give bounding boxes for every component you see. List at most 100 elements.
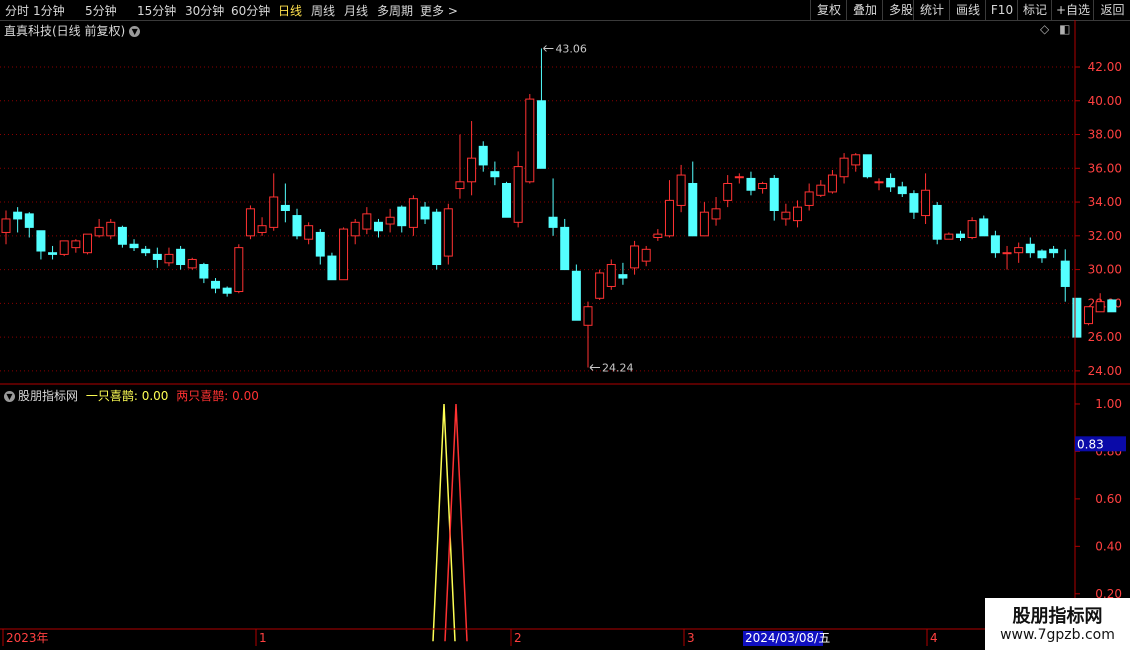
candle-body <box>327 255 337 281</box>
candle-body <box>851 154 861 166</box>
candle-body <box>443 208 453 257</box>
candle-body <box>630 245 640 269</box>
candle-body <box>1 218 11 233</box>
candle-body <box>292 215 302 237</box>
candle-body <box>467 157 477 183</box>
candle-body <box>944 233 954 240</box>
candle-body <box>385 216 395 225</box>
candle-body <box>94 226 104 237</box>
candle-body <box>827 174 837 193</box>
candle-body <box>990 235 1000 254</box>
candle-body <box>641 248 651 262</box>
dropdown-icon[interactable]: ▼ <box>129 26 141 37</box>
candle-body <box>257 225 267 233</box>
candle-body <box>82 233 92 254</box>
candle-body <box>502 182 512 218</box>
candle-body <box>350 221 360 237</box>
candle-body <box>71 240 81 249</box>
indicator-series-line <box>432 403 456 642</box>
candle-body <box>932 204 942 240</box>
candle-body <box>688 182 698 237</box>
candle-body <box>48 252 58 255</box>
y-tick-label: 42.00 <box>1088 60 1122 74</box>
candle-body <box>187 258 197 269</box>
candle-body <box>141 248 151 254</box>
indicator-series-line <box>444 403 468 642</box>
candle-body <box>106 221 116 237</box>
low-arrow <box>589 364 600 371</box>
candle-body <box>373 221 383 232</box>
candle-body <box>339 228 349 281</box>
date-label: 4 <box>930 631 938 645</box>
candle-body <box>478 145 488 166</box>
main-chart-title: 直真科技(日线 前复权) ▼ <box>4 22 141 39</box>
candle-body <box>571 270 581 321</box>
indicator-dropdown-icon[interactable]: ▼ <box>4 391 15 402</box>
candle-body <box>583 306 593 326</box>
watermark-title: 股朋指标网 <box>1012 606 1103 627</box>
candle-body <box>280 204 290 211</box>
candle-body <box>734 176 744 179</box>
candle-body <box>1084 306 1094 325</box>
candle-body <box>315 231 325 257</box>
candle-body <box>36 230 46 252</box>
s1-value: 0.00 <box>141 389 169 403</box>
candle-body <box>839 157 849 178</box>
candle-body <box>176 248 186 266</box>
candle-body <box>432 211 442 266</box>
watermark: 股朋指标网 www.7gpzb.com <box>985 598 1130 650</box>
candle-body <box>595 272 605 299</box>
y-tick-label: 32.00 <box>1088 229 1122 243</box>
candle-body <box>397 206 407 227</box>
diamond-icon[interactable]: ◇ <box>1040 22 1049 36</box>
candle-body <box>967 220 977 239</box>
candle-body <box>1037 250 1047 259</box>
ind-y-tick-label: 1.00 <box>1095 397 1122 411</box>
candle-body <box>769 177 779 211</box>
candle-body <box>1095 301 1105 313</box>
candle-body <box>548 216 558 228</box>
candle-body <box>13 211 23 220</box>
candle-body <box>129 243 139 249</box>
candle-body <box>1025 243 1035 254</box>
candle-body <box>536 100 546 169</box>
candle-body <box>1060 260 1070 287</box>
high-label: 43.06 <box>555 42 587 55</box>
candle-body <box>781 211 791 220</box>
candle-body <box>1014 247 1024 254</box>
low-label: 24.24 <box>602 361 634 374</box>
indicator-name: 股朋指标网 <box>18 389 79 403</box>
high-arrow <box>543 45 554 52</box>
candle-body <box>199 264 209 279</box>
candle-body <box>245 208 255 237</box>
candle-body <box>955 233 965 239</box>
date-label: 3 <box>687 631 695 645</box>
candle-body <box>117 226 127 245</box>
candle-body <box>455 181 465 190</box>
y-tick-label: 38.00 <box>1088 128 1122 142</box>
indicator-title: ▼ 股朋指标网 一只喜鹊: 0.00 两只喜鹊: 0.00 <box>4 387 259 404</box>
s2-label: 两只喜鹊: <box>176 389 229 403</box>
candle-body <box>711 208 721 220</box>
y-tick-label: 26.00 <box>1088 330 1122 344</box>
candle-body <box>1002 252 1012 255</box>
chart-area: 24.0026.0028.0030.0032.0034.0036.0038.00… <box>0 20 1130 646</box>
chart-tools: ◇ ◧ <box>1040 22 1070 36</box>
candle-body <box>152 253 162 260</box>
candle-body <box>420 206 430 220</box>
candle-body <box>746 177 756 191</box>
y-tick-label: 36.00 <box>1088 161 1122 175</box>
price-marker-label: 0.83 <box>1077 437 1104 451</box>
candle-body <box>560 226 570 271</box>
candle-body <box>699 211 709 237</box>
watermark-url: www.7gpzb.com <box>1000 627 1115 643</box>
candle-body <box>618 274 628 279</box>
panel-toggle-icon[interactable]: ◧ <box>1059 22 1070 36</box>
candle-body <box>513 166 523 223</box>
y-tick-label: 24.00 <box>1088 364 1122 378</box>
candle-body <box>874 181 884 184</box>
candle-body <box>816 184 826 196</box>
candle-body <box>793 206 803 222</box>
candle-body <box>804 191 814 206</box>
date-label: 2023年 <box>6 631 49 645</box>
